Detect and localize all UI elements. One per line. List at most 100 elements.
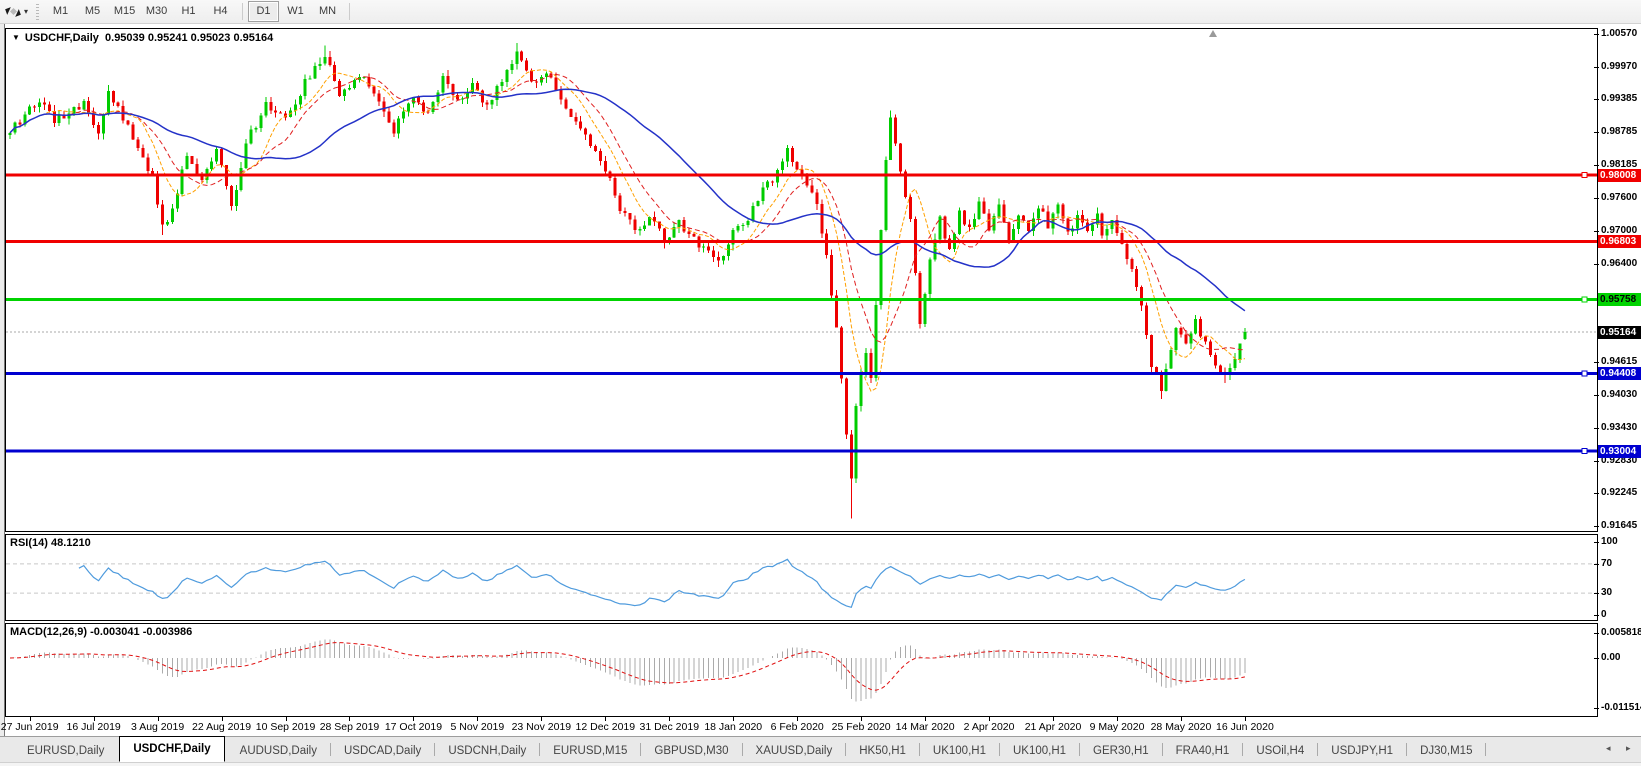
price-axis-label: 0.94615 xyxy=(1601,356,1638,368)
tab-usdchf-daily[interactable]: USDCHF,Daily xyxy=(119,736,225,762)
level-price-badge: 0.96803 xyxy=(1598,235,1641,249)
rsi-axis-label: 30 xyxy=(1601,587,1613,599)
timeframe-button-mn[interactable]: MN xyxy=(312,1,343,22)
date-axis-label: 5 Nov 2019 xyxy=(450,721,505,733)
toolbar-separator xyxy=(242,3,244,20)
tab-eurusd-daily[interactable]: EURUSD,Daily xyxy=(14,741,117,762)
date-axis-tick xyxy=(541,717,543,721)
date-axis-tick xyxy=(861,717,863,721)
tab-uk100-h1[interactable]: UK100,H1 xyxy=(920,741,999,762)
date-axis-label: 3 Aug 2019 xyxy=(131,721,185,733)
level-price-badge: 0.93004 xyxy=(1598,444,1641,458)
tab-usdcad-daily[interactable]: USDCAD,Daily xyxy=(331,741,434,762)
rsi-axis-label: 100 xyxy=(1601,536,1618,547)
tab-audusd-daily[interactable]: AUDUSD,Daily xyxy=(227,741,330,762)
date-axis-tick xyxy=(477,717,479,721)
price-axis-label: 0.99970 xyxy=(1601,61,1638,73)
date-axis-label: 6 Feb 2020 xyxy=(770,721,824,733)
tab-eurusd-m15[interactable]: EURUSD,M15 xyxy=(540,741,640,762)
tab-scroll-left-icon[interactable]: ◂ xyxy=(1606,743,1611,754)
date-axis-label: 31 Dec 2019 xyxy=(639,721,700,733)
date-axis-tick xyxy=(925,717,927,721)
timeframe-toolbar: ▾ M1 M5 M15 M30 H1 H4 D1 W1 MN xyxy=(0,0,1641,24)
price-axis-label: 0.92245 xyxy=(1601,486,1638,498)
timeframe-button-m1[interactable]: M1 xyxy=(45,1,76,22)
price-axis-label: 0.93430 xyxy=(1601,421,1638,433)
date-axis-tick xyxy=(413,717,415,721)
date-axis-label: 14 Mar 2020 xyxy=(895,721,955,733)
date-axis-label: 17 Oct 2019 xyxy=(384,721,443,733)
timeframe-button-m30[interactable]: M30 xyxy=(141,1,172,22)
price-axis-label: 0.98785 xyxy=(1601,126,1638,138)
tab-usdcnh-daily[interactable]: USDCNH,Daily xyxy=(435,741,539,762)
date-axis-tick xyxy=(93,717,95,721)
chevron-down-icon[interactable]: ▾ xyxy=(24,7,28,16)
date-axis-label: 21 Apr 2020 xyxy=(1024,721,1082,733)
date-axis-tick xyxy=(29,717,31,721)
tab-separator xyxy=(1485,743,1487,756)
tab-fra40-h1[interactable]: FRA40,H1 xyxy=(1163,741,1243,762)
price-axis-label: 0.97000 xyxy=(1601,224,1638,236)
price-axis-label: 0.98185 xyxy=(1601,159,1638,171)
date-axis-label: 2 Apr 2020 xyxy=(963,721,1015,733)
tab-xauusd-daily[interactable]: XAUUSD,Daily xyxy=(743,741,846,762)
date-axis-tick xyxy=(1117,717,1118,721)
rsi-axis-label: 70 xyxy=(1601,557,1613,569)
chart-window: ▼ USDCHF,Daily 0.95039 0.95241 0.95023 0.… xyxy=(0,24,1641,736)
date-axis-label: 18 Jan 2020 xyxy=(704,721,763,733)
date-axis-tick xyxy=(157,717,159,721)
date-axis-label: 28 May 2020 xyxy=(1150,721,1212,733)
level-price-badge: 0.94408 xyxy=(1598,367,1641,381)
date-axis-tick xyxy=(1244,717,1246,721)
timeframe-button-h1[interactable]: H1 xyxy=(173,1,204,22)
tab-hk50-h1[interactable]: HK50,H1 xyxy=(846,741,919,762)
date-axis-label: 12 Dec 2019 xyxy=(575,721,636,733)
date-axis-label: 23 Nov 2019 xyxy=(511,721,572,733)
timeframe-button-m15[interactable]: M15 xyxy=(109,1,140,22)
date-axis-label: 27 Jun 2019 xyxy=(0,721,59,733)
trading-platform-window: ▾ M1 M5 M15 M30 H1 H4 D1 W1 MN ▼ USDCHF,Daily 0.9… xyxy=(0,0,1641,766)
date-axis-tick xyxy=(221,717,223,721)
date-axis-tick xyxy=(1053,717,1055,721)
macd-axis-label: 0.005818 xyxy=(1601,626,1641,638)
rsi-indicator-pane[interactable] xyxy=(5,534,1598,621)
date-axis-label: 25 Feb 2020 xyxy=(831,721,891,733)
date-axis-tick xyxy=(669,717,671,721)
tab-scroll-right-icon[interactable]: ▸ xyxy=(1626,743,1631,754)
price-axis-label: 1.00570 xyxy=(1601,27,1638,39)
timeframe-button-w1[interactable]: W1 xyxy=(280,1,311,22)
date-axis-tick xyxy=(733,717,735,721)
level-price-badge: 0.98008 xyxy=(1598,168,1641,182)
macd-axis-label: -0.011514 xyxy=(1601,701,1641,713)
tab-dj30-m15[interactable]: DJ30,M15 xyxy=(1407,741,1485,762)
tab-usoil-h4[interactable]: USOil,H4 xyxy=(1243,741,1317,762)
level-price-badge: 0.95758 xyxy=(1598,292,1641,306)
macd-indicator-pane[interactable] xyxy=(5,623,1598,717)
charts-toolbar-icon[interactable] xyxy=(3,4,23,20)
date-axis-label: 16 Jul 2019 xyxy=(66,721,121,733)
tab-usdjpy-h1[interactable]: USDJPY,H1 xyxy=(1318,741,1406,762)
timeframe-button-d1[interactable]: D1 xyxy=(248,1,280,22)
date-axis-label: 28 Sep 2019 xyxy=(319,721,380,733)
main-chart-pane[interactable] xyxy=(5,28,1598,532)
price-axis-label: 0.91645 xyxy=(1601,520,1638,532)
date-axis-tick xyxy=(989,717,991,721)
price-axis-label: 0.92830 xyxy=(1601,454,1638,466)
date-axis-label: 9 May 2020 xyxy=(1089,721,1145,733)
date-axis-label: 10 Sep 2019 xyxy=(255,721,316,733)
date-axis-tick xyxy=(285,717,287,721)
macd-axis-label: 0.00 xyxy=(1601,652,1621,663)
toolbar-drag-handle[interactable] xyxy=(36,3,40,20)
tab-gbpusd-m30[interactable]: GBPUSD,M30 xyxy=(641,741,741,762)
price-axis-label: 0.99385 xyxy=(1601,93,1638,105)
date-axis-label: 16 Jun 2020 xyxy=(1216,721,1274,733)
timeframe-button-h4[interactable]: H4 xyxy=(205,1,236,22)
chart-tab-bar: ◂ ▸ EURUSD,Daily USDCHF,Daily AUDUSD,Daily… xyxy=(0,736,1641,762)
tab-uk100-h1[interactable]: UK100,H1 xyxy=(1000,741,1079,762)
timeframe-button-m5[interactable]: M5 xyxy=(77,1,108,22)
date-axis-label: 22 Aug 2019 xyxy=(192,721,252,733)
tab-ger30-h1[interactable]: GER30,H1 xyxy=(1080,741,1162,762)
date-axis-tick xyxy=(605,717,607,721)
status-bar xyxy=(0,762,1641,766)
rsi-axis-label: 0 xyxy=(1601,609,1607,620)
